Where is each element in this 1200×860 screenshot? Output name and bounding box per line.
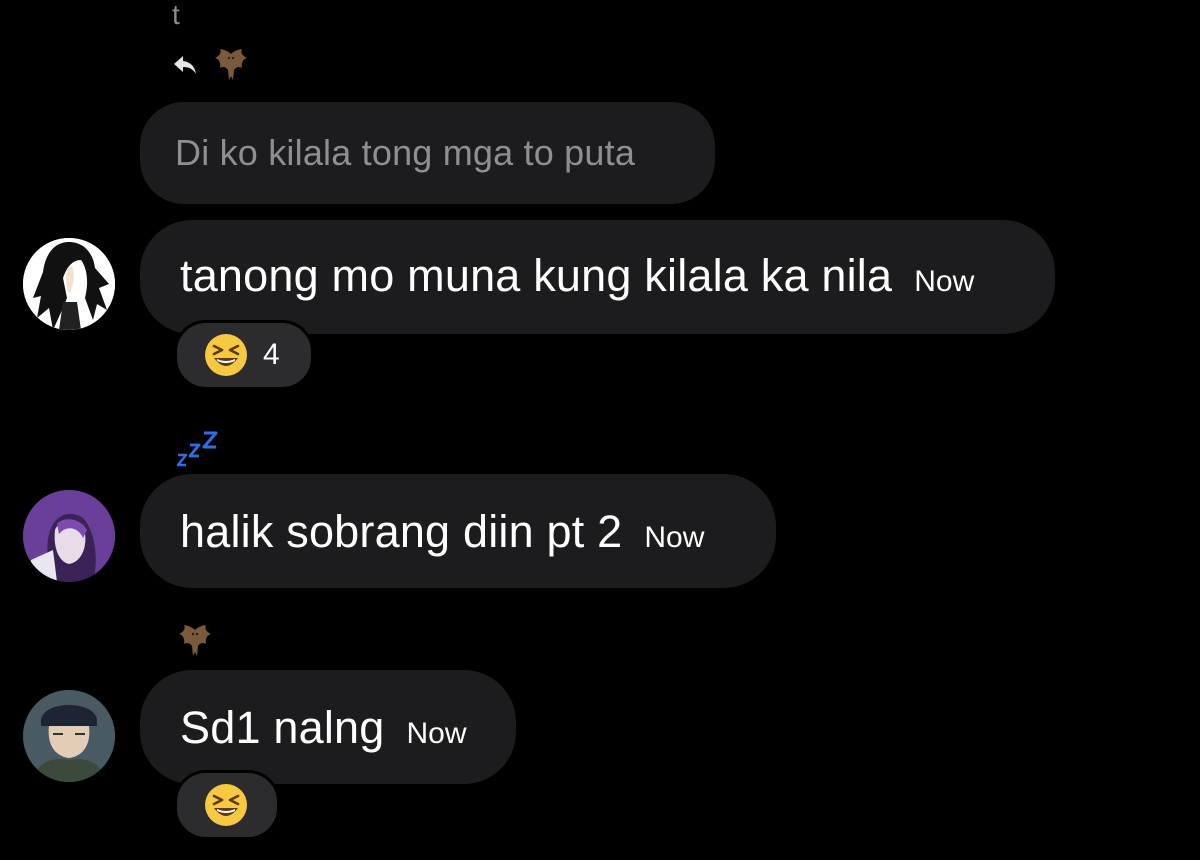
avatar[interactable]: [23, 690, 115, 782]
bat-icon: [215, 49, 247, 80]
reaction-pill[interactable]: [174, 770, 280, 840]
quoted-message-text: Di ko kilala tong mga to puta: [175, 132, 636, 173]
avatar-purple-hair-character-icon: [23, 490, 115, 582]
sender-name: t: [172, 0, 180, 30]
message-timestamp: Now: [644, 521, 705, 554]
message-bubble[interactable]: Sd1 nalng Now: [140, 670, 516, 784]
avatar[interactable]: [23, 490, 115, 582]
message-timestamp: Now: [914, 265, 975, 298]
reaction-count: 4: [263, 338, 280, 371]
avatar-black-hair-character-icon: [23, 238, 115, 330]
quoted-message-bubble[interactable]: Di ko kilala tong mga to puta: [140, 102, 715, 204]
avatar[interactable]: [23, 238, 115, 330]
message-timestamp: Now: [406, 717, 467, 750]
reply-arrow-icon: [174, 56, 196, 74]
reply-indicator: [172, 46, 250, 84]
avatar-beanie-character-icon: [23, 690, 115, 782]
laughing-squint-emoji-icon: [205, 784, 247, 826]
laughing-squint-emoji-icon: [205, 334, 247, 376]
bat-icon: [179, 625, 211, 656]
message-text: tanong mo muna kung kilala ka nila: [180, 250, 893, 301]
message-text: halik sobrang diin pt 2: [180, 506, 623, 557]
zzz-sleep-icon: [176, 431, 218, 467]
message-bubble[interactable]: tanong mo muna kung kilala ka nila Now: [140, 220, 1055, 334]
message-text: Sd1 nalng: [180, 702, 385, 753]
reaction-pill[interactable]: 4: [174, 320, 314, 390]
message-bubble[interactable]: halik sobrang diin pt 2 Now: [140, 474, 776, 588]
